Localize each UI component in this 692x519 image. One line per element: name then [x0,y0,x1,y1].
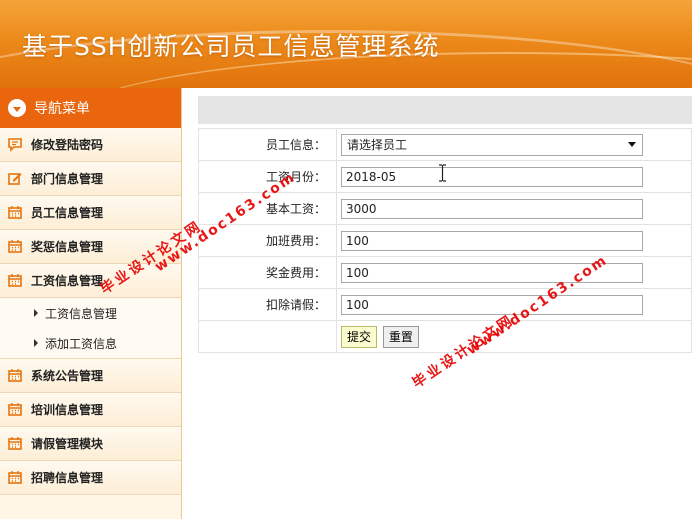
chat-icon [8,138,22,152]
calendar-icon [8,369,22,382]
caret-right-icon [34,309,38,317]
sidebar-item-departments[interactable]: 部门信息管理 [0,162,181,196]
app-header: 基于SSH创新公司员工信息管理系统 [0,0,692,88]
sidebar-item-label: 奖惩信息管理 [31,240,104,254]
sidebar-item-label: 请假管理模块 [31,437,104,451]
month-input[interactable] [341,166,643,187]
sidebar-item-change-password[interactable]: 修改登陆密码 [0,128,181,162]
form-row-employee: 员工信息： 请选择员工 [198,128,692,161]
calendar-icon [8,471,22,484]
calendar-icon [8,274,22,287]
app-title: 基于SSH创新公司员工信息管理系统 [22,32,440,61]
sidebar-item-announcements[interactable]: 系统公告管理 [0,359,181,393]
sidebar-item-label: 员工信息管理 [31,206,104,220]
content-title-bar [198,96,692,124]
sidebar-title: 导航菜单 [34,101,90,117]
bonus-input[interactable] [341,262,643,283]
chevron-down-icon [8,99,26,117]
employee-label: 员工信息： [198,128,337,161]
sidebar-header[interactable]: 导航菜单 [0,88,181,128]
sidebar-item-label: 工资信息管理 [31,274,104,288]
overtime-input[interactable] [341,230,643,251]
sidebar-item-rewards[interactable]: 奖惩信息管理 [0,230,181,264]
sidebar-item-recruitment[interactable]: 招聘信息管理 [0,461,181,495]
form-row-actions: 提交 重置 [198,320,692,353]
bonus-label: 奖金费用： [198,256,337,289]
form-row-leave-deduction: 扣除请假： [198,288,692,321]
employee-select[interactable]: 请选择员工 [341,133,643,156]
calendar-icon [8,403,22,416]
sidebar-item-label: 部门信息管理 [31,172,104,186]
sidebar-subitem-add-salary[interactable]: 添加工资信息 [0,328,181,359]
form-row-bonus: 奖金费用： [198,256,692,289]
sidebar-item-training[interactable]: 培训信息管理 [0,393,181,427]
sidebar-item-label: 培训信息管理 [31,403,104,417]
sidebar-item-label: 修改登陆密码 [31,138,104,152]
edit-icon [8,173,22,185]
calendar-icon [8,240,22,253]
text-cursor-icon [439,164,446,182]
base-salary-label: 基本工资： [198,192,337,225]
sidebar-item-salary[interactable]: 工资信息管理 [0,264,181,298]
month-label: 工资月份： [198,160,337,193]
form-row-base-salary: 基本工资： [198,192,692,225]
reset-button[interactable]: 重置 [382,325,419,348]
leave-deduction-input[interactable] [341,294,643,315]
caret-right-icon [34,339,38,347]
employee-select-value: 请选择员工 [347,138,408,152]
dropdown-arrow-icon [628,142,636,147]
base-salary-input[interactable] [341,198,643,219]
overtime-label: 加班费用： [198,224,337,257]
calendar-icon [8,206,22,219]
sidebar-item-label: 系统公告管理 [31,369,104,383]
sidebar-item-leave[interactable]: 请假管理模块 [0,427,181,461]
sidebar: 导航菜单 修改登陆密码 部门信息管理 员工信息管理 奖惩信息管理 工资信息管理 … [0,88,182,519]
sidebar-item-employees[interactable]: 员工信息管理 [0,196,181,230]
salary-form: 员工信息： 请选择员工 工资月份： 基本工资： 加班费用： 奖金费用： 扣除请假… [198,128,692,353]
leave-deduction-label: 扣除请假： [198,288,337,321]
calendar-icon [8,437,22,450]
form-row-overtime: 加班费用： [198,224,692,257]
sidebar-subitem-label: 工资信息管理 [45,306,118,321]
sidebar-item-label: 招聘信息管理 [31,471,104,485]
sidebar-subitem-label: 添加工资信息 [45,336,118,351]
submit-button[interactable]: 提交 [341,325,378,348]
sidebar-subitem-salary-list[interactable]: 工资信息管理 [0,298,181,328]
